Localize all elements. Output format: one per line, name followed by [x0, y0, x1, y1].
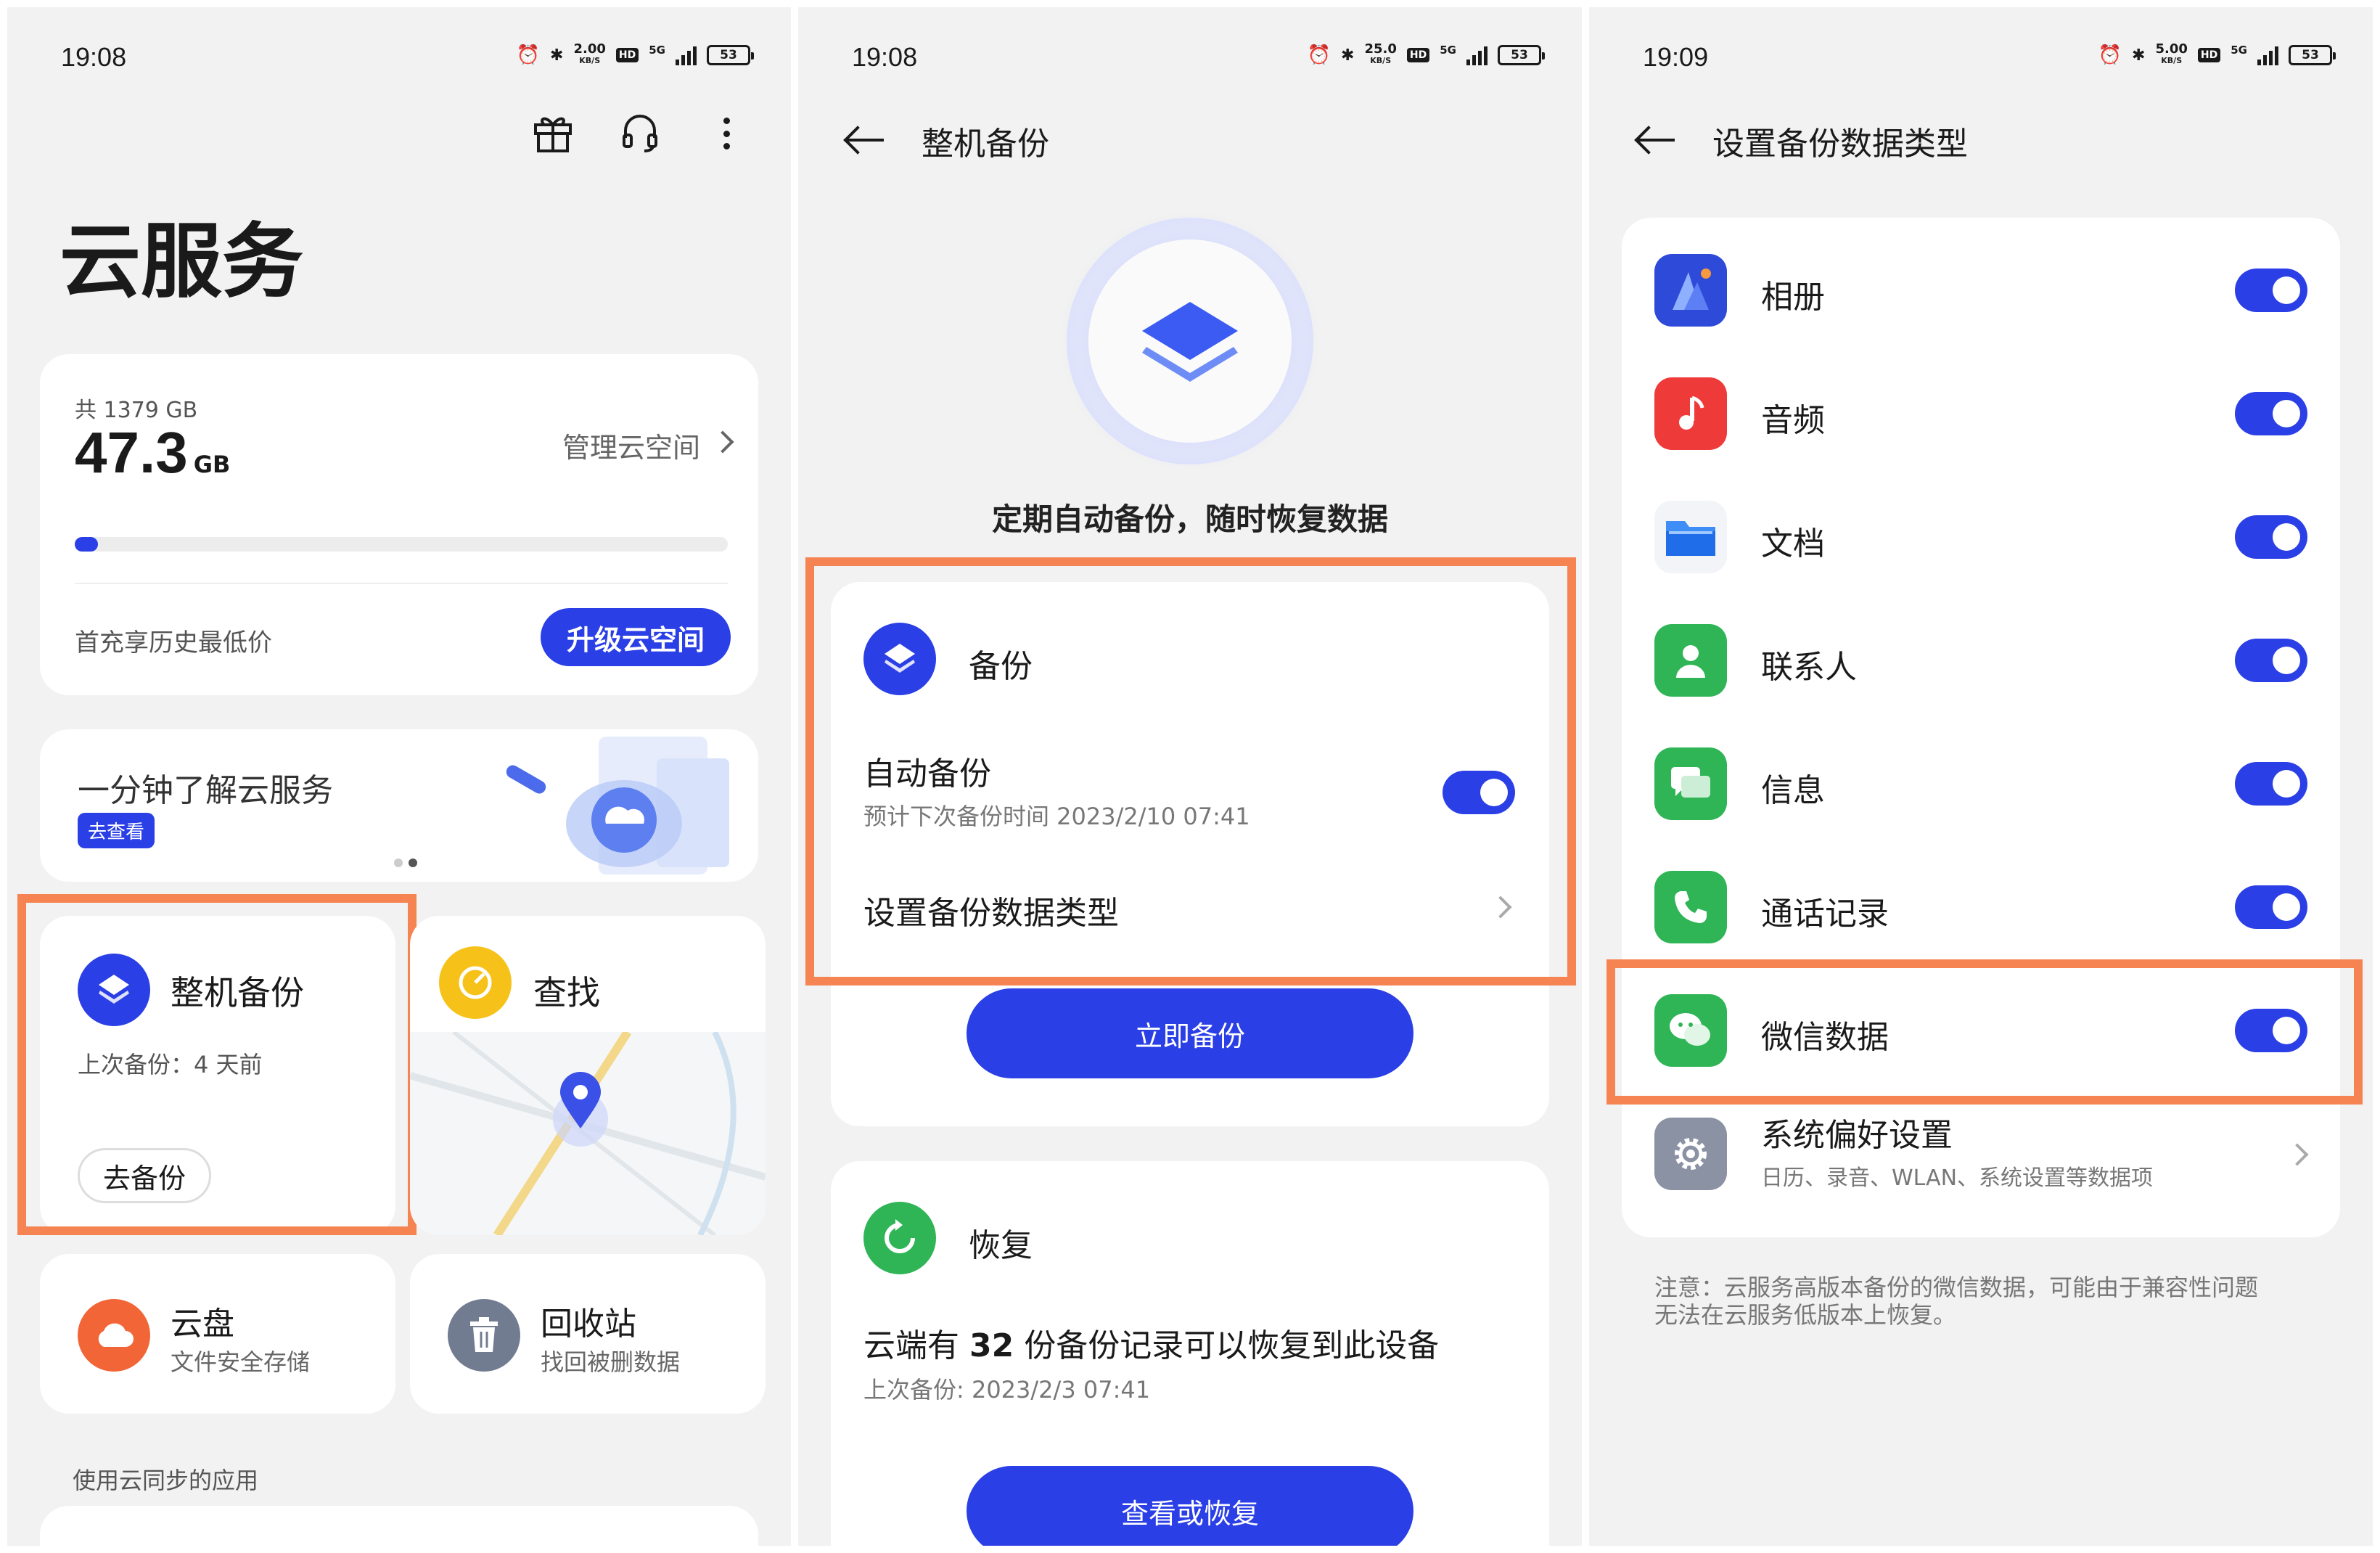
- banner-title: 一分钟了解云服务: [78, 772, 333, 809]
- find-tile-title: 查找: [533, 973, 600, 1012]
- status-time: 19:08: [61, 42, 127, 72]
- layers-hero-icon: [1142, 302, 1238, 382]
- drive-title: 云盘: [171, 1306, 234, 1343]
- row-label-call-log: 通话记录: [1761, 896, 1889, 933]
- network-speed: 5.00 KB/S: [2155, 41, 2188, 66]
- divider: [75, 583, 728, 584]
- row-label-gallery: 相册: [1761, 279, 1825, 316]
- signal-icon: [676, 45, 697, 65]
- backup-now-button[interactable]: 立即备份: [967, 988, 1413, 1078]
- status-time: 19:08: [852, 42, 918, 72]
- highlight-box: [1606, 959, 2363, 1105]
- location-pin-icon: [560, 1072, 601, 1128]
- phone-icon: [1654, 871, 1727, 943]
- radar-icon: [439, 946, 512, 1019]
- slogan: 定期自动备份，随时恢复数据: [991, 501, 1388, 537]
- alarm-icon: ⏰: [1307, 44, 1331, 66]
- storage-used: 47.3 GB: [75, 420, 231, 485]
- row-label-contacts: 联系人: [1761, 649, 1857, 686]
- bluetooth-icon: ✱: [2132, 46, 2146, 65]
- hd-badge: HD: [2197, 48, 2221, 62]
- last-backup-time: 上次备份: 2023/2/3 07:41: [863, 1376, 1151, 1404]
- recycle-subtitle: 找回被删数据: [541, 1348, 681, 1376]
- restore-records-text: 云端有 32 份备份记录可以恢复到此设备: [863, 1327, 1440, 1364]
- alarm-icon: ⏰: [2098, 44, 2122, 66]
- message-icon: [1654, 747, 1727, 820]
- battery-icon: 53: [1498, 45, 1545, 65]
- toggle-contacts[interactable]: [2235, 639, 2307, 682]
- backup-data-types-screen: 19:09 ⏰ ✱ 5.00 KB/S HD 5G 53 设置备份数据类型 相册 …: [1589, 7, 2373, 1546]
- status-time: 19:09: [1643, 42, 1709, 72]
- manage-storage-link[interactable]: 管理云空间: [562, 425, 700, 465]
- highlight-box: [805, 557, 1576, 986]
- gift-icon[interactable]: [530, 109, 576, 155]
- banner-illustration: [506, 737, 729, 874]
- promo-text: 首充享历史最低价: [75, 628, 272, 657]
- toggle-call-log[interactable]: [2235, 885, 2307, 929]
- music-icon: [1654, 377, 1727, 450]
- more-options-icon[interactable]: [722, 118, 731, 149]
- recycle-title: 回收站: [541, 1306, 636, 1343]
- hd-badge: HD: [615, 48, 639, 62]
- alarm-icon: ⏰: [516, 44, 541, 66]
- trash-icon: [448, 1299, 520, 1372]
- cloud-service-screen: 19:08 ⏰ ✱ 2.00 KB/S HD 5G 53 云服务 共 1379 G…: [7, 7, 791, 1546]
- row-label-messages: 信息: [1761, 772, 1825, 809]
- cloud-icon: [78, 1299, 150, 1372]
- page-title: 整机备份: [922, 126, 1049, 163]
- network-speed: 2.00 KB/S: [573, 41, 606, 66]
- restore-icon: [863, 1202, 936, 1274]
- view-restore-button[interactable]: 查看或恢复: [967, 1466, 1413, 1546]
- toggle-audio[interactable]: [2235, 392, 2307, 435]
- 5g-label: 5G: [649, 44, 665, 57]
- storage-card: 共 1379 GB 47.3 GB 管理云空间 首充享历史最低价 升级云空间: [40, 354, 758, 695]
- back-arrow-icon[interactable]: [846, 126, 885, 155]
- system-prefs-label[interactable]: 系统偏好设置: [1761, 1109, 1953, 1155]
- page-title: 设置备份数据类型: [1712, 126, 1968, 163]
- toggle-documents[interactable]: [2235, 515, 2307, 559]
- status-bar-icons: ⏰ ✱ 2.00 KB/S HD 5G 53: [516, 41, 754, 67]
- drive-subtitle: 文件安全存储: [171, 1348, 311, 1376]
- 5g-label: 5G: [2231, 44, 2247, 57]
- toggle-messages[interactable]: [2235, 762, 2307, 806]
- restore-card: 恢复 云端有 32 份备份记录可以恢复到此设备 上次备份: 2023/2/3 0…: [831, 1161, 1549, 1546]
- network-speed: 25.0 KB/S: [1364, 41, 1397, 66]
- headset-icon[interactable]: [617, 109, 663, 155]
- carousel-dots: [394, 859, 417, 867]
- status-bar-icons: ⏰ ✱ 5.00 KB/S HD 5G 53: [2098, 41, 2336, 67]
- bluetooth-icon: ✱: [1341, 46, 1355, 65]
- banner-tag[interactable]: 去查看: [78, 813, 155, 848]
- system-prefs-subtitle: 日历、录音、WLAN、系统设置等数据项: [1761, 1165, 2154, 1191]
- signal-icon: [2257, 45, 2278, 65]
- highlight-box: [17, 894, 416, 1235]
- recycle-bin-tile[interactable]: 回收站 找回被删数据: [410, 1254, 766, 1414]
- folder-icon: [1654, 501, 1727, 573]
- sync-apps-heading: 使用云同步的应用: [73, 1467, 259, 1494]
- battery-icon: 53: [707, 45, 754, 65]
- row-label-audio: 音频: [1761, 402, 1825, 439]
- page-title: 云服务: [60, 215, 303, 309]
- upgrade-storage-button[interactable]: 升级云空间: [541, 608, 731, 666]
- contact-icon: [1654, 624, 1727, 697]
- restore-section-title: 恢复: [969, 1227, 1033, 1264]
- map-illustration: [410, 1032, 766, 1235]
- sync-apps-card: [40, 1506, 758, 1546]
- gear-icon: [1654, 1118, 1727, 1190]
- bluetooth-icon: ✱: [550, 46, 564, 65]
- battery-icon: 53: [2289, 45, 2336, 65]
- storage-progress-bar: [75, 537, 728, 552]
- 5g-label: 5G: [1440, 44, 1456, 57]
- compatibility-note: 注意：云服务高版本备份的微信数据，可能由于兼容性问题 无法在云服务低版本上恢复。: [1654, 1274, 2259, 1329]
- gallery-icon: [1654, 254, 1727, 327]
- hd-badge: HD: [1406, 48, 1430, 62]
- back-arrow-icon[interactable]: [1637, 126, 1676, 155]
- toggle-gallery[interactable]: [2235, 269, 2307, 312]
- cloud-drive-tile[interactable]: 云盘 文件安全存储: [40, 1254, 395, 1414]
- find-tile[interactable]: 查找: [410, 916, 766, 1235]
- signal-icon: [1466, 45, 1488, 65]
- intro-banner[interactable]: 一分钟了解云服务 去查看: [40, 729, 758, 882]
- status-bar-icons: ⏰ ✱ 25.0 KB/S HD 5G 53: [1307, 41, 1545, 67]
- row-label-documents: 文档: [1761, 525, 1825, 562]
- full-backup-screen: 19:08 ⏰ ✱ 25.0 KB/S HD 5G 53 整机备份 定期自动备份，…: [798, 7, 1582, 1546]
